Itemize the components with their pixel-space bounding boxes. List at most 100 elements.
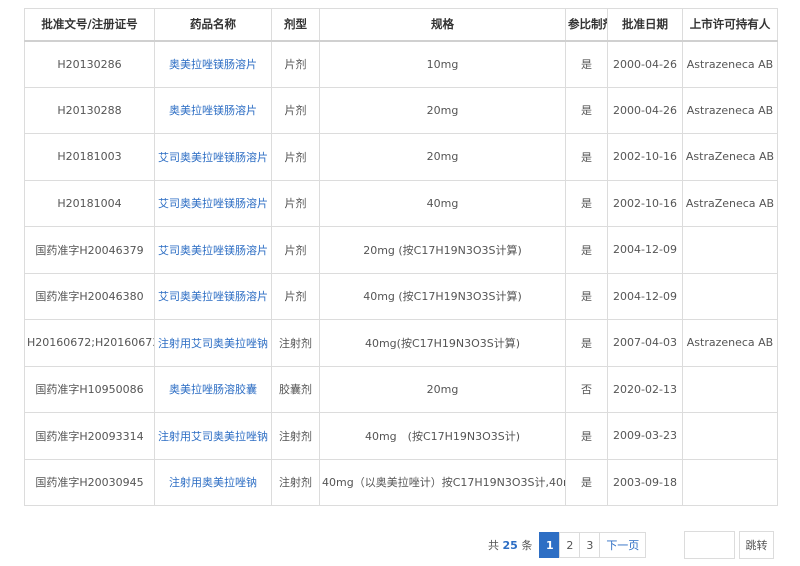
drug-name-link[interactable]: 艾司奥美拉唑镁肠溶片: [158, 244, 268, 257]
header-reference-preparation: 参比制剂: [565, 8, 608, 42]
page-button-3[interactable]: 3: [579, 532, 601, 558]
header-license-holder: 上市许可持有人: [682, 8, 778, 42]
license-holder-cell: AstraZeneca AB: [682, 133, 778, 181]
table-row: 国药准字H10950086 奥美拉唑肠溶胶囊 胶囊剂 20mg 否 2020-02-13: [24, 365, 778, 413]
drug-name-link[interactable]: 注射用奥美拉唑钠: [169, 476, 257, 489]
approval-number-cell: 国药准字H10950086: [24, 365, 155, 413]
approval-number-cell: H20130288: [24, 86, 155, 134]
header-approval-date: 批准日期: [607, 8, 683, 42]
specification-cell: 40mg (按C17H19N3O3S计算): [319, 272, 566, 320]
jump-button[interactable]: 跳转: [739, 531, 774, 559]
page-button-1[interactable]: 1: [539, 532, 561, 558]
specification-cell: 10mg: [319, 40, 566, 88]
table-row: H20181003 艾司奥美拉唑镁肠溶片 片剂 20mg 是 2002-10-16 Astr…: [24, 133, 778, 181]
approval-date-cell: 2009-03-23: [607, 412, 683, 460]
reference-preparation-cell: 是: [565, 133, 608, 181]
dosage-form-cell: 片剂: [271, 272, 320, 320]
approval-date-cell: 2020-02-13: [607, 365, 683, 413]
total-count: 共 25 条: [488, 539, 533, 552]
table-row: H20130286 奥美拉唑镁肠溶片 片剂 10mg 是 2000-04-26 Astraz…: [24, 40, 778, 88]
reference-preparation-cell: 是: [565, 226, 608, 274]
reference-preparation-cell: 是: [565, 179, 608, 227]
drug-name-link[interactable]: 奥美拉唑肠溶胶囊: [169, 383, 257, 396]
approval-date-cell: 2004-12-09: [607, 272, 683, 320]
approval-date-cell: 2002-10-16: [607, 133, 683, 181]
specification-cell: 40mg (按C17H19N3O3S计): [319, 412, 566, 460]
drug-name-link[interactable]: 注射用艾司奥美拉唑钠: [158, 337, 268, 350]
drug-name-cell: 注射用艾司奥美拉唑钠: [154, 319, 272, 367]
dosage-form-cell: 片剂: [271, 40, 320, 88]
reference-preparation-cell: 是: [565, 319, 608, 367]
next-page-button[interactable]: 下一页: [599, 532, 647, 558]
drug-name-cell: 注射用艾司奥美拉唑钠: [154, 412, 272, 460]
license-holder-cell: [682, 365, 778, 413]
approval-number-cell: H20181004: [24, 179, 155, 227]
specification-cell: 20mg (按C17H19N3O3S计算): [319, 226, 566, 274]
jump-page-input[interactable]: [684, 531, 735, 559]
approval-date-cell: 2000-04-26: [607, 86, 683, 134]
approval-number-cell: 国药准字H20046379: [24, 226, 155, 274]
drug-name-cell: 奥美拉唑镁肠溶片: [154, 40, 272, 88]
drug-name-cell: 注射用奥美拉唑钠: [154, 458, 272, 506]
reference-preparation-cell: 是: [565, 86, 608, 134]
drug-table: 批准文号/注册证号 药品名称 剂型 规格 参比制剂 批准日期 上市许可持有人 H…: [24, 8, 778, 506]
specification-cell: 40mg（以奥美拉唑计）按C17H19N3O3S计,40mg: [319, 458, 566, 506]
header-approval-number: 批准文号/注册证号: [24, 8, 155, 42]
license-holder-cell: [682, 412, 778, 460]
dosage-form-cell: 注射剂: [271, 412, 320, 460]
approval-number-cell: 国药准字H20046380: [24, 272, 155, 320]
license-holder-cell: [682, 272, 778, 320]
approval-date-cell: 2003-09-18: [607, 458, 683, 506]
drug-name-link[interactable]: 注射用艾司奥美拉唑钠: [158, 430, 268, 443]
reference-preparation-cell: 否: [565, 365, 608, 413]
dosage-form-cell: 注射剂: [271, 458, 320, 506]
drug-name-cell: 艾司奥美拉唑镁肠溶片: [154, 226, 272, 274]
specification-cell: 20mg: [319, 133, 566, 181]
table-row: 国药准字H20030945 注射用奥美拉唑钠 注射剂 40mg（以奥美拉唑计）按C17…: [24, 458, 778, 506]
approval-number-cell: H20181003: [24, 133, 155, 181]
dosage-form-cell: 胶囊剂: [271, 365, 320, 413]
drug-name-link[interactable]: 艾司奥美拉唑镁肠溶片: [158, 197, 268, 210]
approval-date-cell: 2007-04-03: [607, 319, 683, 367]
table-row: 国药准字H20046380 艾司奥美拉唑镁肠溶片 片剂 40mg (按C17H19N3…: [24, 272, 778, 320]
license-holder-cell: [682, 458, 778, 506]
approval-date-cell: 2002-10-16: [607, 179, 683, 227]
specification-cell: 20mg: [319, 365, 566, 413]
dosage-form-cell: 注射剂: [271, 319, 320, 367]
page-button-2[interactable]: 2: [559, 532, 581, 558]
drug-name-cell: 奥美拉唑镁肠溶片: [154, 86, 272, 134]
header-specification: 规格: [319, 8, 566, 42]
table-row: 国药准字H20093314 注射用艾司奥美拉唑钠 注射剂 40mg (按C17H19N…: [24, 412, 778, 460]
dosage-form-cell: 片剂: [271, 226, 320, 274]
approval-number-cell: 国药准字H20030945: [24, 458, 155, 506]
drug-name-cell: 艾司奥美拉唑镁肠溶片: [154, 133, 272, 181]
drug-name-cell: 奥美拉唑肠溶胶囊: [154, 365, 272, 413]
drug-name-link[interactable]: 奥美拉唑镁肠溶片: [169, 104, 257, 117]
dosage-form-cell: 片剂: [271, 133, 320, 181]
specification-cell: 40mg: [319, 179, 566, 227]
drug-name-link[interactable]: 艾司奥美拉唑镁肠溶片: [158, 151, 268, 164]
pagination: 共 25 条 1 2 3 下一页: [488, 532, 647, 558]
table-row: H20160672;H20160673 注射用艾司奥美拉唑钠 注射剂 40mg(按C1…: [24, 319, 778, 367]
drug-name-link[interactable]: 奥美拉唑镁肠溶片: [169, 58, 257, 71]
reference-preparation-cell: 是: [565, 412, 608, 460]
dosage-form-cell: 片剂: [271, 86, 320, 134]
license-holder-cell: Astrazeneca AB: [682, 86, 778, 134]
table-row: H20130288 奥美拉唑镁肠溶片 片剂 20mg 是 2000-04-26 Astraz…: [24, 86, 778, 134]
license-holder-cell: Astrazeneca AB: [682, 40, 778, 88]
reference-preparation-cell: 是: [565, 40, 608, 88]
approval-number-cell: 国药准字H20093314: [24, 412, 155, 460]
license-holder-cell: Astrazeneca AB: [682, 319, 778, 367]
table-row: H20181004 艾司奥美拉唑镁肠溶片 片剂 40mg 是 2002-10-16 Astr…: [24, 179, 778, 227]
reference-preparation-cell: 是: [565, 458, 608, 506]
drug-name-cell: 艾司奥美拉唑镁肠溶片: [154, 272, 272, 320]
dosage-form-cell: 片剂: [271, 179, 320, 227]
approval-date-cell: 2000-04-26: [607, 40, 683, 88]
table-header-row: 批准文号/注册证号 药品名称 剂型 规格 参比制剂 批准日期 上市许可持有人: [24, 8, 778, 42]
approval-date-cell: 2004-12-09: [607, 226, 683, 274]
approval-number-cell: H20130286: [24, 40, 155, 88]
license-holder-cell: [682, 226, 778, 274]
drug-name-link[interactable]: 艾司奥美拉唑镁肠溶片: [158, 290, 268, 303]
specification-cell: 40mg(按C17H19N3O3S计算): [319, 319, 566, 367]
table-row: 国药准字H20046379 艾司奥美拉唑镁肠溶片 片剂 20mg (按C17H19N3…: [24, 226, 778, 274]
